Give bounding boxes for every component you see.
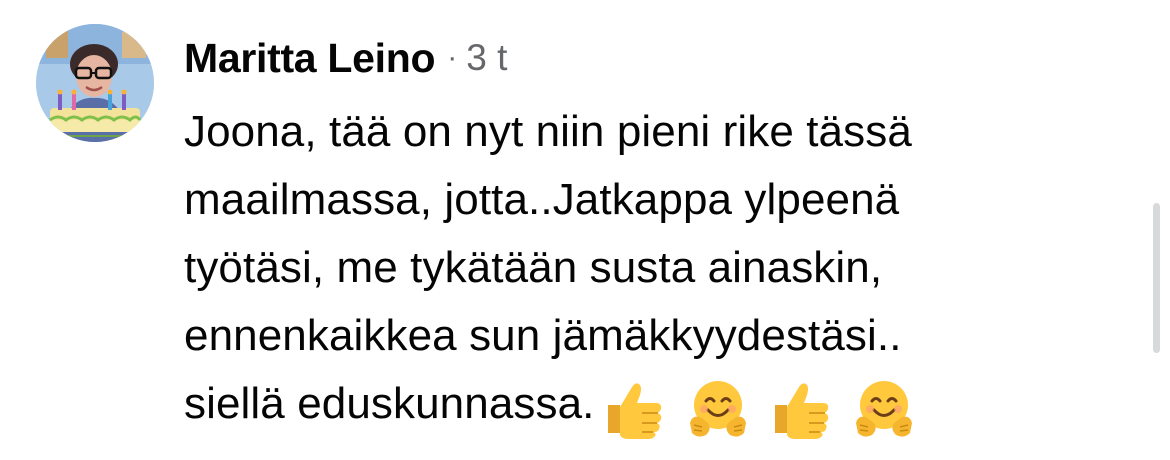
comment-header: Maritta Leino · 3 t xyxy=(184,30,507,86)
comment-text-line: ennenkaikkea sun jämäkkyydestäsi.. xyxy=(184,311,902,360)
thumbs-up-icon xyxy=(608,382,662,439)
comment-text-last-line: siellä eduskunnassa. xyxy=(184,370,1134,441)
emoji-group xyxy=(602,372,923,440)
hugging-face-icon xyxy=(856,380,913,437)
hugging-face-icon xyxy=(689,380,746,437)
scrollbar[interactable] xyxy=(1153,203,1160,353)
comment-text-line: siellä eduskunnassa. xyxy=(184,379,595,428)
avatar[interactable] xyxy=(36,24,154,142)
comment-text: Joona, tää on nyt niin pieni rike tässä … xyxy=(184,98,1134,441)
comment: Maritta Leino · 3 t Joona, tää on nyt ni… xyxy=(0,0,1170,460)
header-separator: · xyxy=(447,41,458,74)
author-name[interactable]: Maritta Leino xyxy=(184,35,436,82)
comment-text-line: Joona, tää on nyt niin pieni rike tässä xyxy=(184,107,912,156)
timestamp[interactable]: 3 t xyxy=(466,37,507,79)
thumbs-up-icon xyxy=(775,382,829,439)
avatar-image xyxy=(36,24,154,142)
comment-text-line: työtäsi, me tykätään susta ainaskin, xyxy=(184,243,883,292)
comment-text-line: maailmassa, jotta..Jatkappa ylpeenä xyxy=(184,175,900,224)
